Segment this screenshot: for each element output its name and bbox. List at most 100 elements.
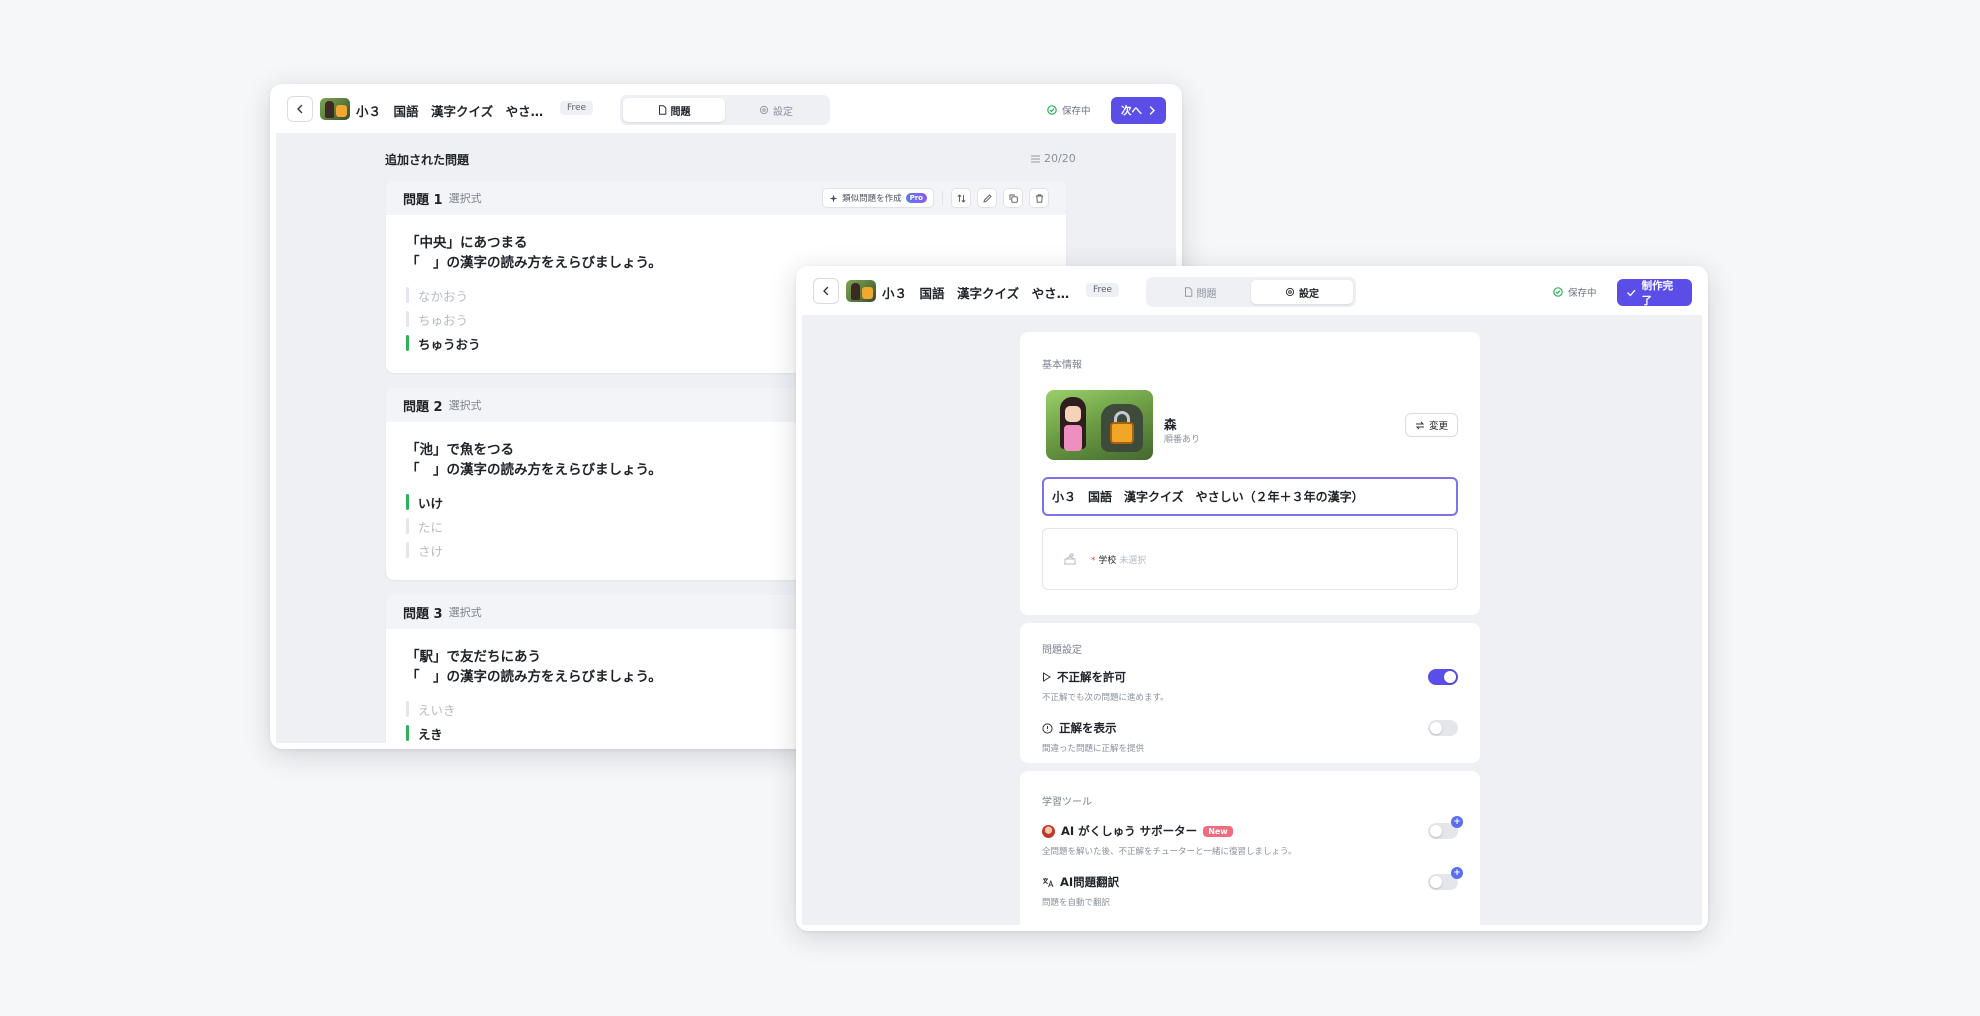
trash-icon	[1035, 193, 1043, 203]
change-background-button[interactable]: 変更	[1404, 413, 1458, 437]
next-button-label: 次へ	[1121, 105, 1142, 117]
basic-info-label: 基本情報	[1042, 360, 1082, 371]
setting-title-text: AI問題翻訳	[1060, 875, 1120, 889]
answer-option-text: さけ	[418, 543, 444, 559]
answer-option-text: えいき	[418, 702, 456, 718]
quiz-title: 小３ 国語 漢字クイズ やさしい…	[882, 286, 1077, 301]
answer-option-text: ちゅおう	[418, 312, 469, 328]
upgrade-plus-icon: +	[1451, 816, 1463, 828]
copy-icon	[1009, 194, 1018, 203]
upgrade-plus-icon: +	[1451, 867, 1463, 879]
answer-option-text: たに	[418, 519, 444, 535]
character-body	[1064, 425, 1082, 451]
chevron-right-icon	[1149, 106, 1155, 115]
quiz-thumbnail	[320, 98, 350, 120]
reorder-button[interactable]	[951, 188, 971, 208]
setting-ai-translate: AI問題翻訳 問題を自動で翻訳 +	[1042, 867, 1463, 908]
create-similar-button[interactable]: 類似問題を作成 Pro	[822, 188, 934, 208]
question-toolbar: 類似問題を作成 Pro	[822, 188, 1049, 208]
tab-questions[interactable]: 問題	[1149, 280, 1251, 304]
finish-button-label: 制作完了	[1641, 279, 1674, 307]
finish-button[interactable]: 制作完了	[1617, 279, 1692, 307]
setting-ai-supporter: AI がくしゅう サポーター New 全問題を解いた後、不正解をチューターと一緒…	[1042, 816, 1463, 857]
option-indicator	[406, 287, 409, 303]
school-value: 未選択	[1119, 555, 1147, 566]
setting-description: 間違った問題に正解を提供	[1042, 744, 1145, 754]
tab-questions[interactable]: 問題	[623, 98, 725, 122]
required-mark: *	[1091, 555, 1096, 566]
question-number: 問題 3	[403, 606, 443, 622]
tab-questions-label: 問題	[670, 106, 691, 118]
question-type: 選択式	[448, 606, 482, 619]
question-number: 問題 1	[403, 192, 443, 208]
background-name: 森	[1164, 417, 1177, 432]
background-image[interactable]	[1046, 390, 1153, 460]
list-icon	[1031, 155, 1040, 162]
setting-title: 正解を表示	[1042, 720, 1458, 736]
delete-button[interactable]	[1029, 188, 1049, 208]
toggle-knob	[1430, 722, 1442, 734]
question-header: 問題 1 選択式 類似問題を作成 Pro	[386, 181, 1066, 215]
option-indicator	[406, 518, 409, 534]
learning-tools-label: 学習ツール	[1042, 797, 1092, 808]
quiz-editor-window-settings: 小３ 国語 漢字クイズ やさしい… Free 問題 設定 保存中 制作完了 基本…	[796, 266, 1708, 931]
save-status-text: 保存中	[1062, 106, 1091, 117]
check-circle-icon	[1047, 105, 1057, 115]
duplicate-button[interactable]	[1003, 188, 1023, 208]
tab-settings-label: 設定	[1299, 288, 1319, 300]
question-count-text: 20/20	[1044, 152, 1076, 165]
document-icon	[658, 105, 666, 115]
option-indicator	[406, 311, 409, 327]
show-answer-toggle[interactable]	[1428, 720, 1458, 736]
section-title: 追加された問題	[385, 153, 470, 167]
swap-icon	[1415, 421, 1425, 429]
setting-title: 不正解を許可	[1042, 669, 1458, 685]
ai-translate-toggle[interactable]: +	[1428, 867, 1463, 890]
quiz-thumbnail	[846, 280, 876, 302]
question-type: 選択式	[448, 192, 482, 205]
tab-questions-label: 問題	[1196, 288, 1217, 300]
correct-indicator	[406, 725, 409, 741]
setting-title: AI問題翻訳	[1042, 874, 1458, 890]
new-badge: New	[1203, 825, 1233, 837]
save-status-text: 保存中	[1568, 288, 1597, 299]
correct-indicator	[406, 335, 409, 351]
learning-tools-panel: 学習ツール AI がくしゅう サポーター New 全問題を解いた後、不正解をチュ…	[1020, 771, 1480, 925]
question-settings-panel: 問題設定 不正解を許可 不正解でも次の問題に進めます。 正解を表示 間違った問題…	[1020, 623, 1480, 763]
correct-indicator	[406, 494, 409, 510]
next-button[interactable]: 次へ	[1111, 97, 1166, 124]
option-indicator	[406, 542, 409, 558]
gear-icon	[1285, 287, 1295, 297]
setting-title: AI がくしゅう サポーター New	[1042, 823, 1458, 839]
translate-icon	[1042, 877, 1054, 887]
allow-wrong-toggle[interactable]	[1428, 669, 1458, 685]
top-bar: 小３ 国語 漢字クイズ やさしい… Free 問題 設定 保存中 制作完了	[796, 266, 1708, 315]
school-icon	[1064, 553, 1076, 565]
check-circle-icon	[1553, 287, 1563, 297]
school-label-text: 学校	[1098, 555, 1117, 566]
quiz-title-input[interactable]: 小３ 国語 漢字クイズ やさしい（２年＋３年の漢字）	[1042, 477, 1458, 516]
tab-settings[interactable]: 設定	[1251, 280, 1353, 304]
question-text-line1: 「中央」にあつまる	[406, 235, 528, 251]
tab-settings[interactable]: 設定	[725, 98, 827, 122]
tutor-avatar-icon	[1042, 824, 1055, 838]
lock-icon	[1110, 422, 1134, 444]
ai-supporter-toggle[interactable]: +	[1428, 816, 1463, 839]
quiz-title: 小３ 国語 漢字クイズ やさしい…	[356, 104, 551, 119]
plan-badge: Free	[1086, 283, 1120, 297]
back-button[interactable]	[287, 96, 313, 122]
mode-tabs: 問題 設定	[1146, 277, 1356, 307]
save-status: 保存中	[1553, 285, 1597, 299]
setting-show-answer: 正解を表示 間違った問題に正解を提供	[1042, 720, 1458, 754]
chevron-left-icon	[297, 104, 303, 114]
tab-settings-label: 設定	[773, 106, 793, 118]
pro-badge: Pro	[905, 193, 927, 203]
toggle-knob	[1444, 671, 1456, 683]
school-select[interactable]: * 学校 未選択	[1042, 528, 1458, 590]
toggle-knob	[1430, 825, 1442, 837]
top-bar: 小３ 国語 漢字クイズ やさしい… Free 問題 設定 保存中 次へ	[270, 84, 1182, 133]
answer-option-text: なかおう	[418, 288, 469, 304]
question-settings-label: 問題設定	[1042, 645, 1082, 656]
edit-button[interactable]	[977, 188, 997, 208]
back-button[interactable]	[813, 278, 839, 304]
